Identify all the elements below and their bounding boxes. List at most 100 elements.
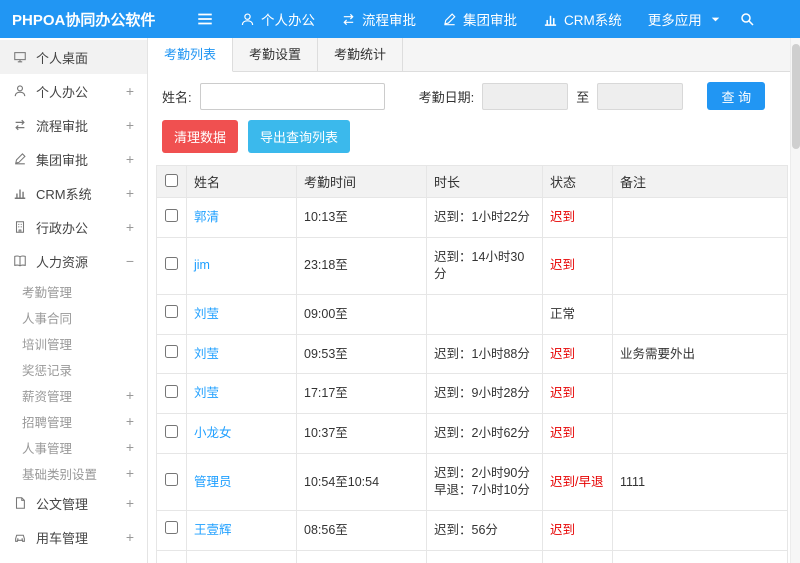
sidebar-item-label: 人事管理 bbox=[22, 441, 73, 456]
sidebar-item-label: 个人桌面 bbox=[36, 50, 89, 66]
attendance-time-cell: 10:54至10:54 bbox=[296, 453, 427, 511]
plus-icon: + bbox=[125, 151, 134, 167]
column-header-0: 姓名 bbox=[186, 165, 297, 198]
clear-data-button[interactable]: 清理数据 bbox=[162, 120, 239, 153]
sidebar-item-10[interactable]: 奖惩记录 bbox=[0, 356, 147, 382]
sidebar-item-label: 集团审批 bbox=[36, 152, 89, 168]
sidebar-item-2[interactable]: 流程审批 + bbox=[0, 108, 147, 142]
attendance-time-cell: 10:37至 bbox=[296, 413, 427, 455]
sidebar-item-14[interactable]: 基础类别设置 + bbox=[0, 460, 147, 486]
duration-cell: 迟到：1小时88分 bbox=[426, 333, 543, 375]
row-checkbox[interactable] bbox=[165, 384, 178, 398]
main-content: 考勤列表 考勤设置 考勤统计 姓名: 考勤日期: 至 查 询 清理数据 导出查询列表 … bbox=[148, 38, 790, 563]
row-checkbox[interactable] bbox=[165, 345, 178, 358]
doc-icon bbox=[13, 496, 27, 510]
book-icon bbox=[13, 254, 27, 268]
sidebar-item-15[interactable]: 公文管理 + bbox=[0, 486, 147, 520]
nav-item-more-apps[interactable]: 更多应用 bbox=[648, 9, 723, 29]
row-checkbox[interactable] bbox=[165, 473, 178, 487]
sidebar-item-label: 行政办公 bbox=[36, 220, 89, 236]
column-header-2: 时长 bbox=[426, 165, 543, 198]
name-label: 姓名: bbox=[162, 89, 192, 105]
duration-line: 迟到：2小时62分 bbox=[434, 426, 530, 441]
sidebar-item-13[interactable]: 人事管理 + bbox=[0, 434, 147, 460]
duration-cell: 迟到：56分 bbox=[426, 509, 543, 551]
edit-icon bbox=[13, 152, 27, 166]
plus-icon: + bbox=[125, 185, 134, 201]
row-checkbox[interactable] bbox=[165, 256, 178, 270]
duration-line: 迟到：1小时22分 bbox=[434, 210, 530, 224]
row-checkbox[interactable] bbox=[165, 424, 178, 438]
car-icon bbox=[13, 530, 27, 544]
checkbox-cell bbox=[156, 293, 187, 335]
sidebar-item-6[interactable]: 人力资源 − bbox=[0, 244, 147, 278]
sidebar-item-7[interactable]: 考勤管理 bbox=[0, 278, 147, 304]
status-cell: 迟到/早退 bbox=[542, 549, 613, 563]
flow-icon bbox=[341, 12, 356, 27]
export-list-button[interactable]: 导出查询列表 bbox=[248, 120, 351, 153]
sidebar-item-16[interactable]: 用车管理 + bbox=[0, 520, 147, 554]
checkbox-cell bbox=[156, 549, 187, 563]
duration-cell: 迟到：2小时62分 bbox=[426, 413, 543, 455]
employee-name-link[interactable]: 小龙女 bbox=[194, 426, 232, 440]
sidebar-item-4[interactable]: CRM系统 + bbox=[0, 176, 147, 210]
search-button[interactable]: 查 询 bbox=[707, 82, 766, 110]
name-input[interactable] bbox=[199, 82, 385, 110]
employee-name-link[interactable]: 管理员 bbox=[194, 475, 232, 489]
hamburger-menu-icon[interactable] bbox=[196, 10, 222, 28]
note-cell bbox=[612, 197, 788, 238]
table-header-row: 姓名 考勤时间 时长 状态 备注 bbox=[156, 165, 788, 198]
page-scrollbar[interactable] bbox=[790, 38, 800, 563]
checkbox-cell bbox=[156, 509, 187, 551]
date-end-input[interactable] bbox=[597, 82, 684, 110]
tab-attendance-list[interactable]: 考勤列表 bbox=[148, 38, 234, 72]
sidebar-item-8[interactable]: 人事合同 bbox=[0, 304, 147, 330]
tab-attendance-stats[interactable]: 考勤统计 bbox=[318, 38, 404, 71]
name-cell: 管理员 bbox=[186, 453, 297, 511]
search-icon[interactable] bbox=[739, 11, 755, 27]
sidebar-item-12[interactable]: 招聘管理 + bbox=[0, 408, 147, 434]
nav-item-personal-office[interactable]: 个人办公 bbox=[240, 9, 315, 29]
checkbox-cell bbox=[156, 197, 187, 238]
action-buttons: 清理数据 导出查询列表 bbox=[148, 120, 790, 163]
sidebar-item-label: 奖惩记录 bbox=[22, 363, 73, 378]
duration-cell bbox=[426, 293, 543, 335]
sidebar-item-5[interactable]: 行政办公 + bbox=[0, 210, 147, 244]
sidebar-item-3[interactable]: 集团审批 + bbox=[0, 142, 147, 176]
table-row: 管理员 10:54至10:54 迟到：2小时90分 早退：7小时10分 迟到/早退 111… bbox=[156, 453, 788, 511]
sidebar-item-0[interactable]: 个人桌面 bbox=[0, 40, 147, 74]
sidebar-item-9[interactable]: 培训管理 bbox=[0, 330, 147, 356]
sidebar-item-11[interactable]: 薪资管理 + bbox=[0, 382, 147, 408]
status-cell: 迟到 bbox=[542, 373, 613, 415]
employee-name-link[interactable]: 刘莹 bbox=[194, 307, 219, 321]
name-cell: 郭清 bbox=[186, 197, 297, 238]
nav-item-group-approval[interactable]: 集团审批 bbox=[442, 9, 517, 29]
select-all-checkbox[interactable] bbox=[165, 173, 178, 187]
nav-item-crm-system[interactable]: CRM系统 bbox=[543, 9, 622, 29]
date-start-input[interactable] bbox=[482, 82, 569, 110]
scrollbar-thumb[interactable] bbox=[792, 44, 800, 149]
nav-item-workflow-approval[interactable]: 流程审批 bbox=[341, 9, 416, 29]
employee-name-link[interactable]: 刘莹 bbox=[194, 347, 219, 361]
plus-icon: + bbox=[125, 413, 134, 429]
column-header-3: 状态 bbox=[542, 165, 613, 198]
attendance-time-cell: 23:18至 bbox=[296, 236, 427, 295]
employee-name-link[interactable]: 刘莹 bbox=[194, 386, 219, 400]
table-row: 小龙女 10:37至 迟到：2小时62分 迟到 bbox=[156, 413, 788, 455]
duration-line: 迟到：9小时28分 bbox=[434, 386, 530, 401]
row-checkbox[interactable] bbox=[165, 305, 178, 319]
sidebar-item-label: 培训管理 bbox=[22, 337, 73, 352]
sidebar-item-1[interactable]: 个人办公 + bbox=[0, 74, 147, 108]
status-cell: 迟到 bbox=[542, 413, 613, 455]
employee-name-link[interactable]: jim bbox=[194, 258, 210, 272]
attendance-time-cell: 08:56至 bbox=[296, 509, 427, 551]
nav-item-label: 个人办公 bbox=[261, 13, 315, 28]
employee-name-link[interactable]: 郭清 bbox=[194, 210, 219, 224]
row-checkbox[interactable] bbox=[165, 208, 178, 222]
tab-attendance-settings[interactable]: 考勤设置 bbox=[233, 38, 319, 71]
row-checkbox[interactable] bbox=[165, 521, 178, 535]
user-icon bbox=[13, 84, 27, 98]
employee-name-link[interactable]: 王壹辉 bbox=[194, 523, 232, 537]
status-cell: 正常 bbox=[542, 293, 613, 335]
name-cell: 黄蓉 bbox=[186, 549, 297, 563]
